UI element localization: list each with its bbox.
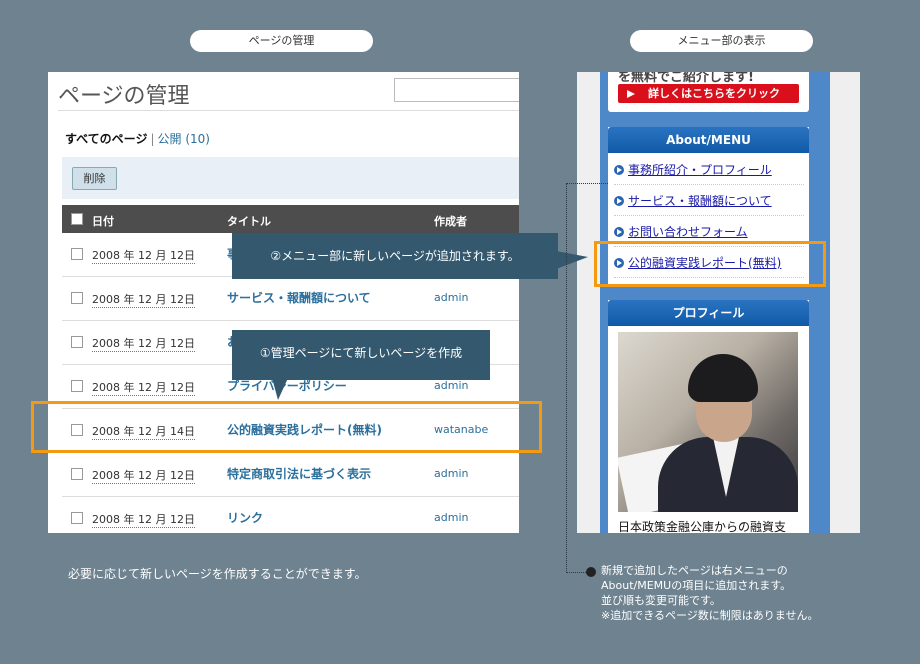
callout-create-page: ①管理ページにて新しいページを作成 [232,330,490,400]
row-date: 2008 年 12 月 12日 [92,337,195,352]
note-line: 新規で追加したページは右メニューの [601,564,788,577]
filter-separator: | [150,132,155,146]
note-line: 並び順も変更可能です。 [601,594,721,607]
row-date: 2008 年 12 月 12日 [92,513,195,528]
right-note: 新規で追加したページは右メニューの About/MEMUの項目に追加されます。 … [601,563,818,623]
search-input[interactable] [394,78,519,102]
callout-create-page-text: ①管理ページにて新しいページを作成 [259,346,463,360]
arrow-circle-icon [614,196,624,206]
row-date: 2008 年 12 月 12日 [92,381,195,396]
row-checkbox[interactable] [71,380,83,392]
column-header-author[interactable]: 作成者 [434,213,467,229]
profile-header: プロフィール [608,300,809,326]
row-date: 2008 年 12 月 12日 [92,469,195,484]
menu-item-label: お問い合わせフォーム [628,225,748,239]
section-label-page-management: ページの管理 [190,30,373,52]
row-title-link[interactable]: サービス・報酬額について [227,289,371,306]
menu-item-office-profile[interactable]: 事務所紹介・プロフィール [614,155,804,185]
profile-caption: 日本政策金融公庫からの融資支 [618,520,787,533]
connector-line [566,183,567,573]
row-checkbox[interactable] [71,248,83,260]
callout-menu-added-text: ②メニュー部に新しいページが追加されます。 [270,249,520,263]
profile-card: プロフィール 日本政策金融公庫からの融資支 [608,300,809,533]
column-header-title[interactable]: タイトル [227,213,271,229]
select-all-checkbox[interactable] [71,213,83,225]
play-arrow-icon [627,90,635,98]
note-line: About/MEMUの項目に追加されます。 [601,579,792,592]
arrow-circle-icon [614,227,624,237]
table-header: 日付 タイトル 作成者 [62,205,519,233]
profile-photo [618,332,798,512]
note-line: ※追加できるページ数に制限はありません。 [601,609,819,622]
delete-button[interactable]: 削除 [72,167,117,190]
connector-line [566,572,588,573]
table-row: 2008 年 12 月 12日 特定商取引法に基づく表示 admin [62,453,519,497]
page-title: ページの管理 [58,84,190,109]
filter-published[interactable]: 公開 (10) [158,132,210,146]
row-checkbox[interactable] [71,512,83,524]
connector-line [566,183,608,184]
bulk-action-bar: 削除 [62,157,519,199]
bullet-icon [586,567,596,577]
row-author[interactable]: admin [434,379,468,392]
row-title-link[interactable]: 特定商取引法に基づく表示 [227,465,371,482]
row-author[interactable]: admin [434,291,468,304]
section-label-menu-display: メニュー部の表示 [630,30,813,52]
row-checkbox[interactable] [71,336,83,348]
filter-all-pages[interactable]: すべてのページ [65,132,147,146]
menu-item-services-fees[interactable]: サービス・報酬額について [614,186,804,216]
new-menu-item-highlight [594,241,826,287]
promo-card: を無料でご紹介します! 詳しくはこちらをクリック [608,72,809,112]
row-checkbox[interactable] [71,468,83,480]
new-page-row-highlight [31,401,542,453]
arrow-circle-icon [614,165,624,175]
title-divider [58,110,519,111]
callout-menu-added: ②メニュー部に新しいページが追加されます。 [232,233,588,279]
table-row: 2008 年 12 月 12日 サービス・報酬額について admin [62,277,519,321]
menu-item-label: サービス・報酬額について [628,194,772,208]
page-management-panel: ページの管理 すべてのページ | 公開 (10) 削除 日付 タイトル 作成者 20… [48,72,519,533]
row-date: 2008 年 12 月 12日 [92,249,195,264]
row-date: 2008 年 12 月 12日 [92,293,195,308]
table-row: 2008 年 12 月 12日 リンク admin [62,497,519,533]
details-button-label: 詳しくはこちらをクリック [648,87,780,100]
row-author[interactable]: admin [434,511,468,524]
row-author[interactable]: admin [434,467,468,480]
row-checkbox[interactable] [71,292,83,304]
row-title-link[interactable]: リンク [227,509,263,526]
details-button[interactable]: 詳しくはこちらをクリック [618,84,799,103]
page-filters: すべてのページ | 公開 (10) [65,130,210,147]
site-menu-preview: を無料でご紹介します! 詳しくはこちらをクリック About/MENU 事務所紹… [577,72,860,533]
left-caption: 必要に応じて新しいページを作成することができます。 [68,567,367,581]
column-header-date[interactable]: 日付 [92,213,114,229]
menu-item-label: 事務所紹介・プロフィール [628,163,772,177]
about-menu-header: About/MENU [608,127,809,153]
